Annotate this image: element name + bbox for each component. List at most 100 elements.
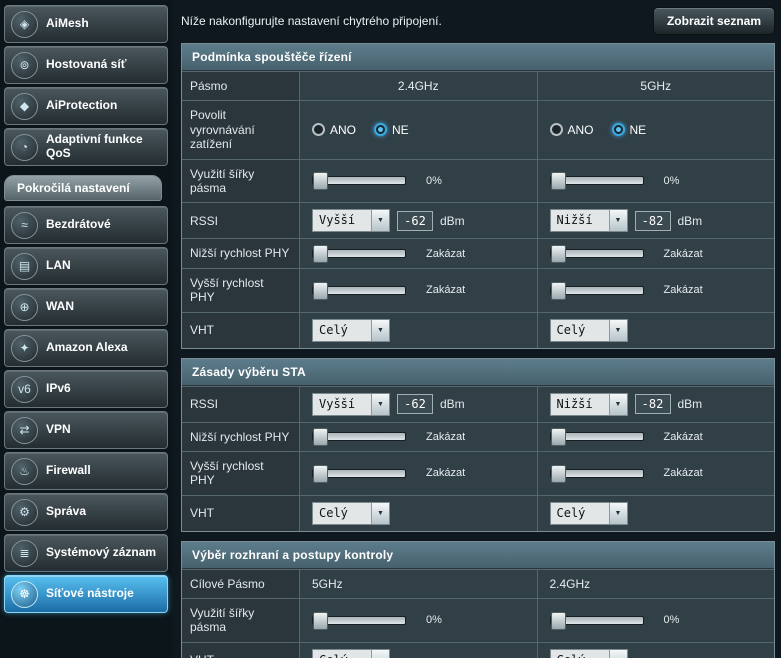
slider-track[interactable] bbox=[550, 469, 644, 478]
slider-value-label: Zakázat bbox=[426, 284, 465, 296]
dropdown-value: Celý bbox=[313, 650, 371, 658]
slider-handle[interactable] bbox=[551, 172, 566, 190]
radio-ano[interactable]: ANO bbox=[550, 123, 594, 137]
row-value-cell: 2.4GHz bbox=[300, 72, 538, 100]
dropdown-select[interactable]: Celý▼ bbox=[550, 502, 628, 525]
slider-handle[interactable] bbox=[313, 465, 328, 483]
row-value-cell: Vyšší▼dBm bbox=[300, 203, 538, 238]
sidebar-item-system-log[interactable]: ≣Systémový záznam bbox=[4, 534, 168, 572]
sidebar-item-aiprotection[interactable]: ◆AiProtection bbox=[4, 87, 168, 125]
settings-tables: Podmínka spouštěče řízeníPásmo2.4GHz5GHz… bbox=[181, 43, 775, 658]
slider-handle[interactable] bbox=[551, 428, 566, 446]
row-label: VHT bbox=[182, 496, 300, 531]
table-row: Pásmo2.4GHz 5GHz bbox=[182, 71, 774, 100]
row-value-cell: Zakázat bbox=[538, 452, 775, 495]
chevron-down-icon: ▼ bbox=[371, 320, 389, 341]
sidebar-item-vpn[interactable]: ⇄VPN bbox=[4, 411, 168, 449]
sidebar-item-amazon-alexa[interactable]: ✦Amazon Alexa bbox=[4, 329, 168, 367]
slider[interactable] bbox=[550, 616, 644, 625]
radio-ne[interactable]: NE bbox=[612, 123, 647, 137]
slider-track[interactable] bbox=[312, 286, 406, 295]
sidebar-item-ipv6[interactable]: v6IPv6 bbox=[4, 370, 168, 408]
row-value-cell: Zakázat bbox=[300, 452, 538, 495]
slider-handle[interactable] bbox=[313, 428, 328, 446]
slider[interactable] bbox=[312, 432, 406, 441]
slider-track[interactable] bbox=[550, 176, 644, 185]
slider-handle[interactable] bbox=[313, 282, 328, 300]
slider-track[interactable] bbox=[312, 432, 406, 441]
dropdown-value: Celý bbox=[551, 650, 609, 658]
dropdown-select[interactable]: Celý▼ bbox=[550, 649, 628, 658]
radio-ne[interactable]: NE bbox=[374, 123, 409, 137]
dropdown-select[interactable]: Celý▼ bbox=[312, 319, 390, 342]
sidebar-item-lan[interactable]: ▤LAN bbox=[4, 247, 168, 285]
dropdown-select[interactable]: Celý▼ bbox=[550, 319, 628, 342]
sidebar-top-group: ◈AiMesh⊚Hostovaná síť◆AiProtection◔Adapt… bbox=[4, 5, 168, 166]
row-value-cell: Celý▼ bbox=[538, 643, 775, 658]
band-label: 5GHz bbox=[640, 79, 671, 93]
value-input[interactable] bbox=[397, 394, 433, 414]
slider[interactable] bbox=[550, 469, 644, 478]
slider[interactable] bbox=[312, 469, 406, 478]
dropdown-value: Vyšší bbox=[313, 394, 371, 415]
slider-track[interactable] bbox=[312, 469, 406, 478]
row-value-cell: 5GHz bbox=[300, 570, 538, 598]
sidebar-item-wan[interactable]: ⊕ WAN bbox=[4, 288, 168, 326]
slider-value-label: 0% bbox=[664, 175, 680, 187]
dropdown-select[interactable]: Vyšší▼ bbox=[312, 209, 390, 232]
slider-handle[interactable] bbox=[551, 245, 566, 263]
slider-track[interactable] bbox=[550, 286, 644, 295]
sidebar-item-network-tools[interactable]: ☸Síťové nástroje bbox=[4, 575, 168, 613]
sidebar-item-guest-network[interactable]: ⊚Hostovaná síť bbox=[4, 46, 168, 84]
slider-handle[interactable] bbox=[551, 282, 566, 300]
chevron-down-icon: ▼ bbox=[371, 394, 389, 415]
slider-handle[interactable] bbox=[551, 612, 566, 630]
log-icon: ≣ bbox=[11, 540, 38, 567]
sidebar-item-wireless[interactable]: ≈Bezdrátové bbox=[4, 206, 168, 244]
dropdown-select[interactable]: Celý▼ bbox=[312, 502, 390, 525]
slider-handle[interactable] bbox=[313, 245, 328, 263]
slider-track[interactable] bbox=[312, 249, 406, 258]
sidebar-item-firewall[interactable]: ♨Firewall bbox=[4, 452, 168, 490]
guest-network-icon: ⊚ bbox=[11, 52, 38, 79]
slider[interactable] bbox=[312, 249, 406, 258]
row-label: Pásmo bbox=[182, 72, 300, 100]
slider[interactable] bbox=[550, 249, 644, 258]
wireless-icon: ≈ bbox=[11, 212, 38, 239]
slider-track[interactable] bbox=[550, 432, 644, 441]
slider[interactable] bbox=[312, 286, 406, 295]
sidebar-item-aimesh[interactable]: ◈AiMesh bbox=[4, 5, 168, 43]
radio-group: ANO NE bbox=[550, 123, 647, 137]
sidebar: ◈AiMesh⊚Hostovaná síť◆AiProtection◔Adapt… bbox=[0, 0, 172, 658]
show-list-button[interactable]: Zobrazit seznam bbox=[653, 7, 775, 35]
globe-icon: ⊕ bbox=[11, 294, 38, 321]
radio-ano[interactable]: ANO bbox=[312, 123, 356, 137]
slider-handle[interactable] bbox=[551, 465, 566, 483]
value-input[interactable] bbox=[635, 394, 671, 414]
slider-value-label: Zakázat bbox=[426, 467, 465, 479]
slider[interactable] bbox=[312, 616, 406, 625]
radio-dot bbox=[312, 123, 325, 136]
value-input[interactable] bbox=[635, 211, 671, 231]
dropdown-select[interactable]: Nižší▼ bbox=[550, 393, 628, 416]
slider[interactable] bbox=[550, 286, 644, 295]
value-input[interactable] bbox=[397, 211, 433, 231]
slider-track[interactable] bbox=[312, 616, 406, 625]
row-label: Vyšší rychlost PHY bbox=[182, 269, 300, 312]
slider-track[interactable] bbox=[312, 176, 406, 185]
slider-track[interactable] bbox=[550, 249, 644, 258]
sidebar-item-adaptive-qos[interactable]: ◔Adaptivní funkce QoS bbox=[4, 128, 168, 166]
slider-handle[interactable] bbox=[313, 612, 328, 630]
slider[interactable] bbox=[550, 176, 644, 185]
slider-value-label: 0% bbox=[664, 614, 680, 626]
sidebar-item-label: WAN bbox=[46, 300, 74, 314]
sidebar-item-administration[interactable]: ⚙Správa bbox=[4, 493, 168, 531]
dropdown-select[interactable]: Vyšší▼ bbox=[312, 393, 390, 416]
dropdown-select[interactable]: Celý▼ bbox=[312, 649, 390, 658]
slider-handle[interactable] bbox=[313, 172, 328, 190]
slider-track[interactable] bbox=[550, 616, 644, 625]
dropdown-select[interactable]: Nižší▼ bbox=[550, 209, 628, 232]
table-row: Nižší rychlost PHYZakázatZakázat bbox=[182, 238, 774, 267]
slider[interactable] bbox=[550, 432, 644, 441]
slider[interactable] bbox=[312, 176, 406, 185]
